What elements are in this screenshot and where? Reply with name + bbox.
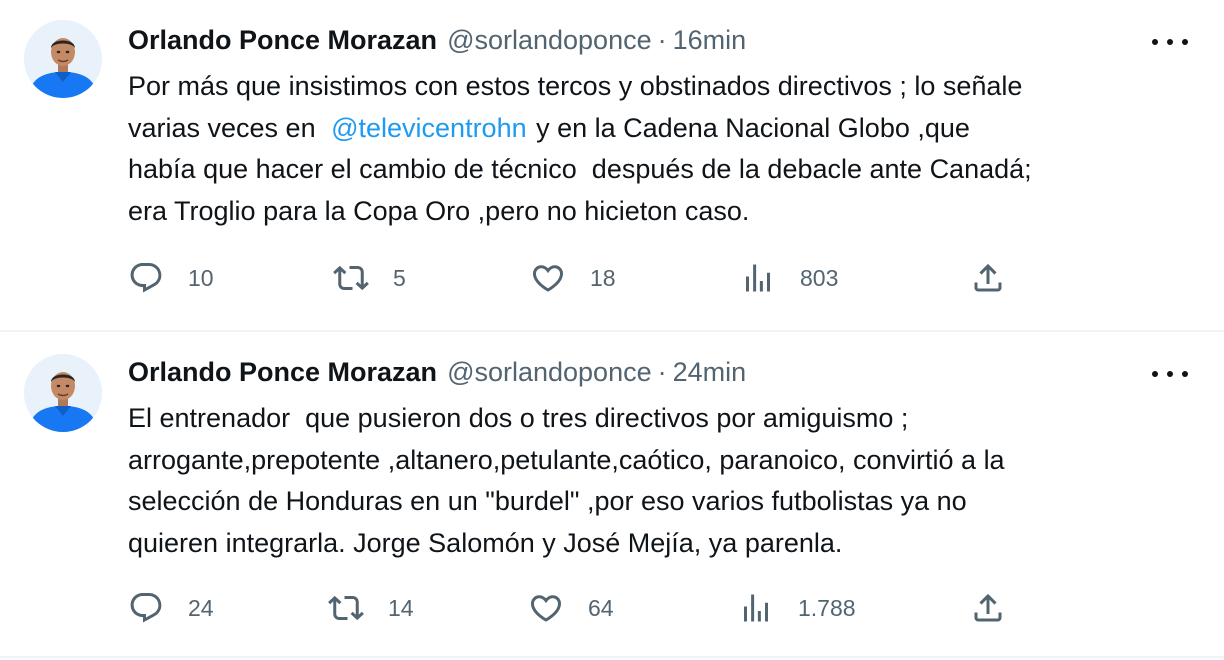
tweet[interactable]: Orlando Ponce Morazan @sorlandoponce · 1… [0, 0, 1224, 330]
author-name[interactable]: Orlando Ponce Morazan [128, 356, 437, 388]
tweet-header: Orlando Ponce Morazan @sorlandoponce · 2… [128, 356, 746, 388]
like-icon [530, 595, 562, 622]
tweet-text-line: quieren integrarla. Jorge Salomón y José… [128, 527, 843, 558]
tweet-text: El entrenador que pusieron dos o tres di… [128, 398, 1198, 564]
avatar[interactable] [24, 354, 102, 432]
tweet-actions: 10 5 18 803 [128, 258, 1028, 298]
separator-dot: · [657, 25, 667, 55]
reply-icon [130, 263, 162, 293]
tweet-text-line: varias veces en @televicentrohn y en la … [128, 108, 1198, 150]
mention-link[interactable]: @televicentrohn [331, 113, 527, 143]
like-button[interactable]: 18 [530, 258, 616, 298]
tweet-actions: 24 14 64 1.788 [128, 588, 1028, 628]
share-button[interactable] [970, 258, 1006, 298]
share-icon [974, 593, 1002, 622]
author-handle[interactable]: @sorlandoponce [447, 24, 652, 56]
tweet-text-fragment: y en la Cadena Nacional Globo ,que [528, 112, 970, 143]
author-name[interactable]: Orlando Ponce Morazan [128, 24, 437, 56]
views-count: 1.788 [798, 594, 856, 621]
views-icon [744, 594, 768, 622]
more-icon[interactable] [1152, 30, 1188, 54]
tweet-text-line: arrogante,prepotente ,altanero,petulante… [128, 444, 1005, 475]
views-button[interactable]: 803 [740, 258, 838, 298]
tweet-text-line: Por más que insistimos con estos tercos … [128, 71, 1023, 101]
views-count: 803 [800, 264, 839, 291]
timeline-feed: Orlando Ponce Morazan @sorlandoponce · 1… [0, 0, 1224, 660]
tweet-text-fragment: varias veces en [128, 112, 324, 143]
reply-count: 24 [188, 594, 214, 621]
more-icon[interactable] [1152, 362, 1188, 386]
repost-icon [333, 265, 369, 291]
views-button[interactable]: 1.788 [738, 588, 856, 628]
avatar[interactable] [24, 20, 102, 98]
tweet[interactable]: Orlando Ponce Morazan @sorlandoponce · 2… [0, 330, 1224, 660]
separator-dot: · [657, 357, 667, 387]
views-icon [746, 264, 770, 292]
tweet-text-line: había que hacer el cambio de técnico des… [128, 154, 1032, 184]
share-icon [974, 263, 1002, 292]
tweet-header: Orlando Ponce Morazan @sorlandoponce · 1… [128, 24, 746, 56]
tweet-text-line: selección de Honduras en un "burdel" ,po… [128, 486, 967, 516]
tweet-timestamp[interactable]: 24min [673, 356, 747, 388]
share-button[interactable] [970, 588, 1006, 628]
repost-icon [328, 595, 364, 621]
repost-button[interactable]: 5 [333, 258, 406, 298]
reply-button[interactable]: 10 [128, 258, 214, 298]
reply-count: 10 [188, 264, 214, 291]
tweet-text-line: era Troglio para la Copa Oro ,pero no hi… [128, 195, 750, 226]
reply-button[interactable]: 24 [128, 588, 214, 628]
like-count: 18 [590, 264, 616, 291]
tweet-timestamp[interactable]: 16min [673, 24, 747, 56]
like-count: 64 [588, 594, 614, 621]
reply-icon [130, 593, 162, 623]
tweet-text: Por más que insistimos con estos tercos … [128, 66, 1198, 232]
like-icon [532, 265, 564, 292]
repost-count: 5 [393, 264, 406, 291]
like-button[interactable]: 64 [528, 588, 614, 628]
tweet-text-line: El entrenador que pusieron dos o tres di… [128, 403, 909, 433]
author-handle[interactable]: @sorlandoponce [447, 356, 652, 388]
repost-button[interactable]: 14 [328, 588, 414, 628]
repost-count: 14 [388, 594, 414, 621]
